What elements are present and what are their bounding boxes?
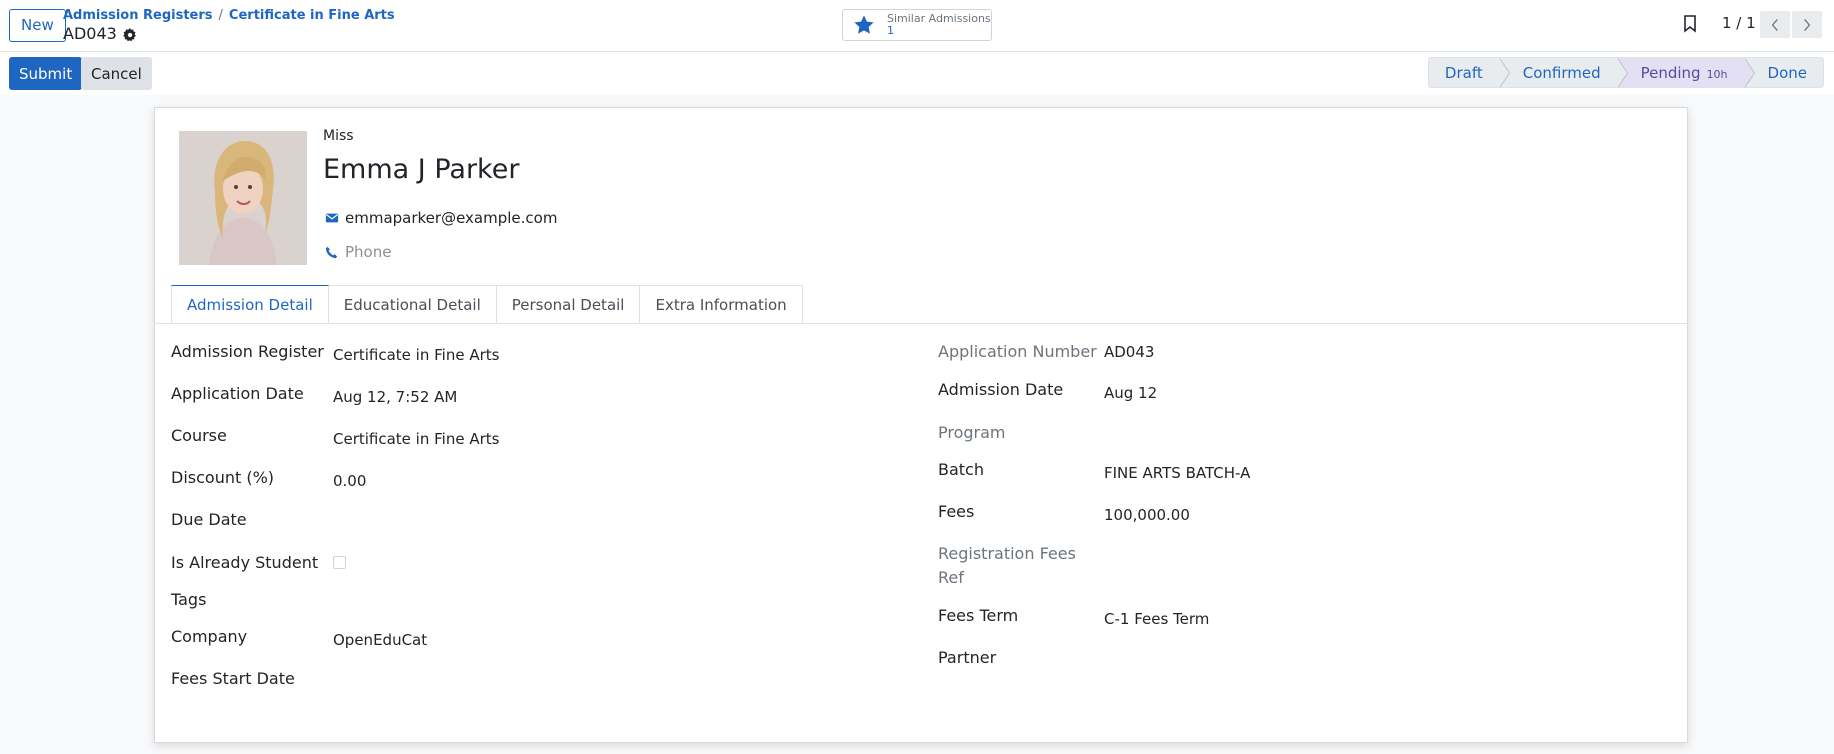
course-field[interactable]: Certificate in Fine Arts — [333, 429, 499, 449]
gear-icon[interactable] — [122, 27, 137, 41]
label-admission-date: Admission Date — [938, 380, 1064, 399]
fees-term-field[interactable]: C-1 Fees Term — [1104, 609, 1209, 629]
student-name[interactable]: Emma J Parker — [323, 154, 519, 185]
tab-divider — [155, 323, 1687, 324]
label-tags: Tags — [171, 590, 207, 609]
label-application-date: Application Date — [171, 384, 304, 403]
breadcrumb-admission-registers[interactable]: Admission Registers — [63, 8, 213, 23]
form-tabs: Admission Detail Educational Detail Pers… — [171, 285, 803, 324]
batch-field[interactable]: FINE ARTS BATCH-A — [1104, 463, 1250, 483]
submit-button[interactable]: Submit — [9, 57, 83, 90]
label-fees-start-date: Fees Start Date — [171, 669, 295, 688]
tab-personal-detail[interactable]: Personal Detail — [496, 285, 641, 324]
label-application-number: Application Number — [938, 342, 1097, 361]
is-already-student-checkbox[interactable] — [333, 556, 346, 569]
pager-value[interactable]: 1 / 1 — [1722, 14, 1756, 32]
smart-button-label: Similar Admissions — [887, 12, 991, 25]
similar-admissions-button[interactable]: Similar Admissions 1 — [842, 9, 992, 41]
label-due-date: Due Date — [171, 510, 247, 529]
stage-draft[interactable]: Draft — [1427, 57, 1510, 88]
bookmark-icon[interactable] — [1683, 15, 1697, 33]
phone-icon — [325, 245, 339, 259]
phone-placeholder: Phone — [345, 243, 392, 261]
company-field[interactable]: OpenEduCat — [333, 630, 427, 650]
stage-label: Done — [1767, 64, 1807, 82]
label-partner: Partner — [938, 648, 997, 667]
record-title: AD043 — [63, 24, 137, 43]
title-select[interactable]: Miss — [323, 128, 354, 144]
chevron-right-icon[interactable] — [1792, 11, 1822, 38]
fees-field[interactable]: 100,000.00 — [1104, 505, 1190, 525]
label-fees-term: Fees Term — [938, 606, 1019, 625]
star-icon — [854, 15, 874, 34]
cancel-button[interactable]: Cancel — [81, 57, 152, 90]
stage-label: Draft — [1444, 64, 1483, 82]
tab-extra-information[interactable]: Extra Information — [640, 285, 803, 324]
student-avatar[interactable] — [179, 131, 307, 265]
phone-field[interactable]: Phone — [325, 243, 391, 261]
stage-pending[interactable]: Pending 10h — [1616, 57, 1755, 88]
label-batch: Batch — [938, 460, 984, 479]
label-admission-register: Admission Register — [171, 342, 324, 361]
label-fees: Fees — [938, 502, 975, 521]
label-company: Company — [171, 627, 248, 646]
label-program: Program — [938, 423, 1006, 442]
stage-confirmed[interactable]: Confirmed — [1498, 57, 1628, 88]
tab-admission-detail[interactable]: Admission Detail — [171, 285, 329, 324]
admission-register-field[interactable]: Certificate in Fine Arts — [333, 345, 499, 365]
status-bar: Draft Confirmed Pending 10h Done — [1427, 57, 1824, 88]
email-field[interactable]: emmaparker@example.com — [325, 209, 557, 227]
discount-field[interactable]: 0.00 — [333, 471, 366, 491]
label-is-already-student: Is Already Student — [171, 553, 319, 572]
tab-educational-detail[interactable]: Educational Detail — [328, 285, 497, 324]
envelope-icon — [325, 211, 339, 225]
email-value: emmaparker@example.com — [345, 209, 558, 227]
label-course: Course — [171, 426, 227, 445]
control-panel: New Admission Registers / Certificate in F… — [0, 0, 1834, 52]
chevron-left-icon[interactable] — [1760, 11, 1790, 38]
breadcrumb-separator: / — [218, 8, 223, 23]
application-number-value: AD043 — [1104, 343, 1155, 361]
stage-label: Confirmed — [1522, 64, 1601, 82]
application-date-field[interactable]: Aug 12, 7:52 AM — [333, 387, 457, 407]
admission-date-field[interactable]: Aug 12 — [1104, 383, 1157, 403]
record-name: AD043 — [63, 24, 117, 43]
breadcrumb: Admission Registers / Certificate in Fine … — [63, 8, 395, 23]
stage-duration-badge: 10h — [1706, 68, 1728, 81]
label-discount: Discount (%) — [171, 468, 275, 487]
new-button[interactable]: New — [9, 9, 66, 42]
label-registration-fees: Registration Fees — [938, 544, 1076, 563]
stage-done[interactable]: Done — [1743, 57, 1824, 88]
smart-button-value: 1 — [887, 24, 894, 37]
action-bar: Submit Cancel Draft Confirmed Pending 10h… — [0, 52, 1834, 95]
breadcrumb-current-register[interactable]: Certificate in Fine Arts — [229, 8, 395, 23]
stage-label: Pending — [1640, 64, 1701, 82]
form-sheet: Miss Emma J Parker emmaparker@example.co… — [154, 107, 1688, 743]
label-registration-fees-ref: Ref — [938, 568, 964, 587]
